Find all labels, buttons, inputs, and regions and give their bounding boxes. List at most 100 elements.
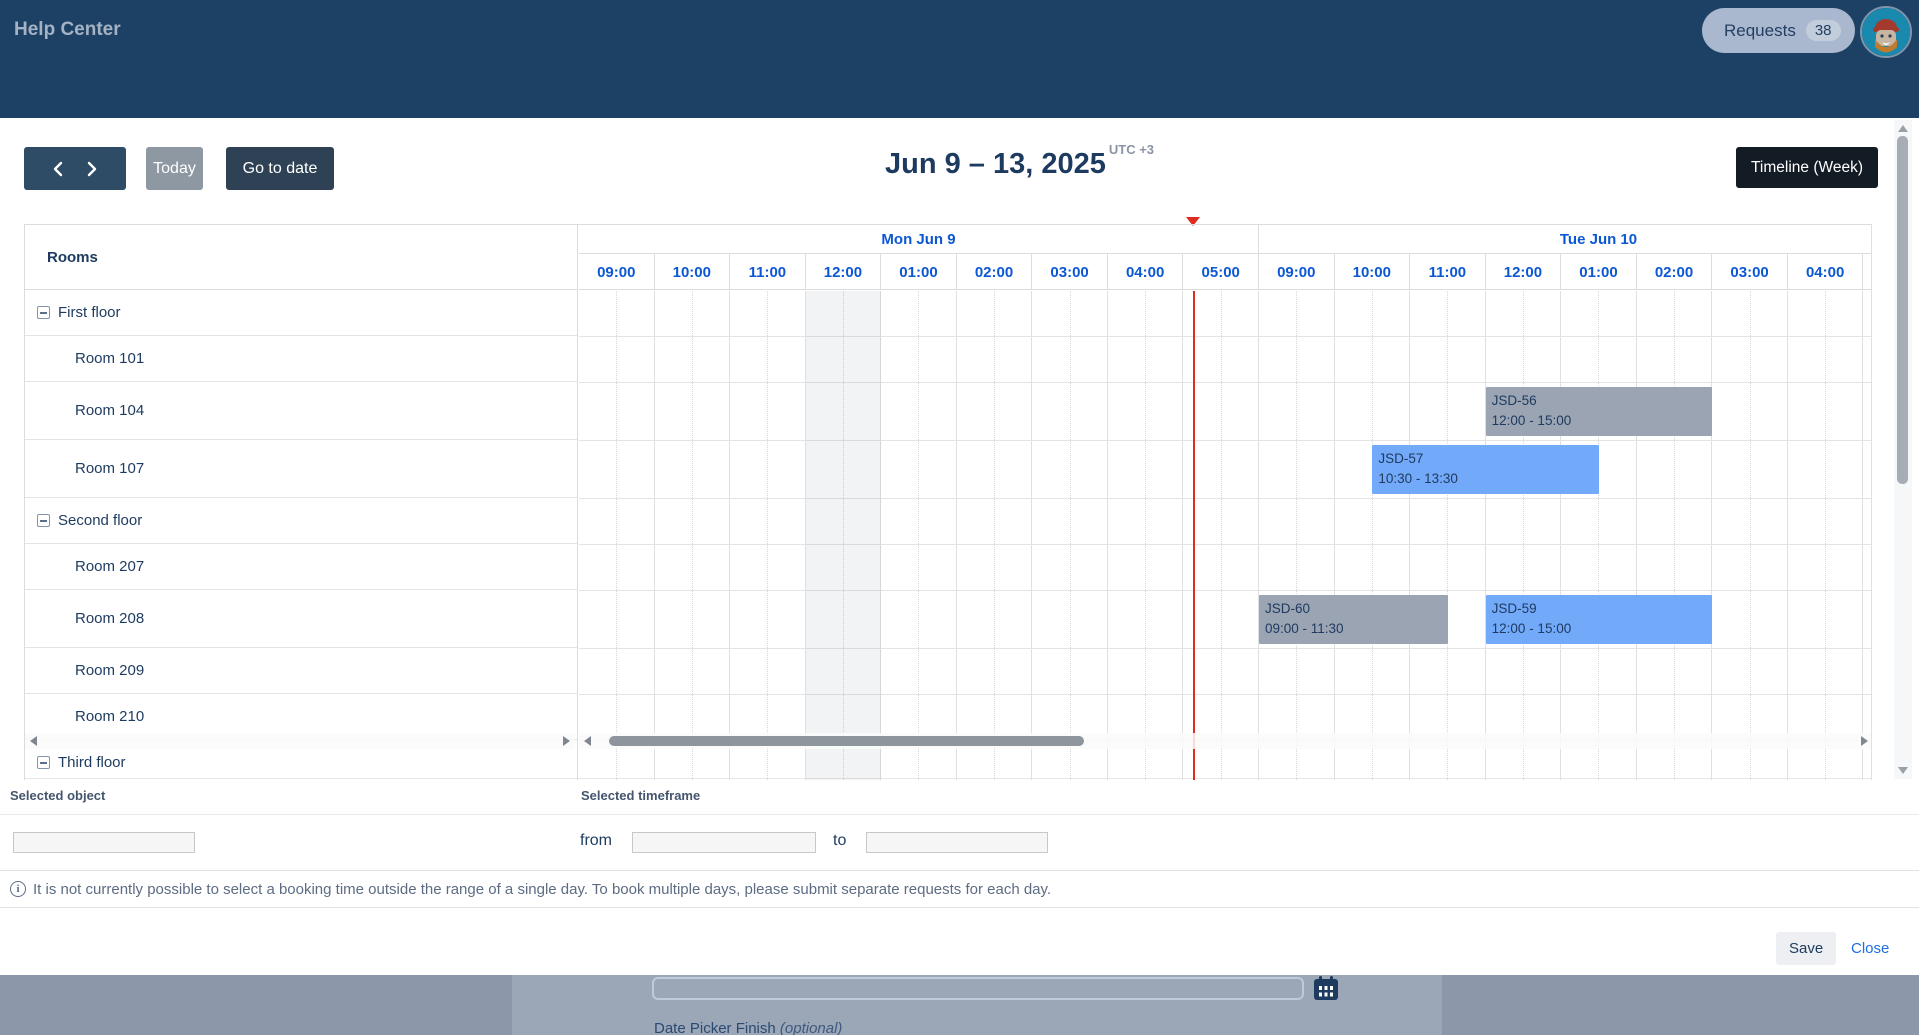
save-button[interactable]: Save [1776,932,1836,965]
room-row[interactable]: Room 207 [25,544,577,590]
vertical-scroll-thumb[interactable] [1897,136,1908,484]
requests-button[interactable]: Requests 38 [1702,8,1855,53]
time-header-cell: 11:00 [1410,254,1486,290]
time-header-cell: 02:00 [1637,254,1713,290]
time-header-cell: 09:00 [579,254,655,290]
booking-time: 12:00 - 15:00 [1492,411,1707,431]
booking-id: JSD-57 [1378,449,1593,469]
background-form-panel: Date Picker Finish (optional) [512,975,1442,1035]
today-button[interactable]: Today [146,147,203,190]
row-label: Third floor [58,754,126,771]
row-label: Room 210 [75,708,144,725]
collapse-icon[interactable] [37,514,50,527]
timeframe-from-input[interactable] [632,832,816,853]
row-label: Room 107 [75,460,144,477]
booking-time: 10:30 - 13:30 [1378,469,1593,489]
row-label: Room 207 [75,558,144,575]
scroll-right-arrow[interactable] [563,736,570,746]
rooms-column-header: Rooms [25,225,577,290]
timeframe-to-input[interactable] [866,832,1048,853]
time-header-row: 09:0010:0011:0012:0001:0002:0003:0004:00… [579,253,1872,290]
grid-horizontal-scrollbar[interactable] [579,733,1872,749]
time-header-cell: 03:00 [1712,254,1788,290]
date-picker-finish-label: Date Picker Finish (optional) [654,1020,842,1035]
room-row[interactable]: Room 209 [25,648,577,694]
prev-arrow-button[interactable] [52,161,64,177]
selected-object-label: Selected object [10,788,105,803]
calendar-icon[interactable] [1312,975,1340,1002]
timezone-label: UTC +3 [1109,142,1154,157]
booking-id: JSD-56 [1492,391,1707,411]
info-banner: i It is not currently possible to select… [0,870,1919,908]
time-header-cell: 10:00 [1335,254,1411,290]
time-header-cell: 01:00 [1561,254,1637,290]
timeline-grid-body[interactable]: JSD-5612:00 - 15:00JSD-5710:30 - 13:30JS… [579,291,1872,780]
floor-row[interactable]: Second floor [25,498,577,544]
time-header-cell: 01:00 [881,254,957,290]
booking-block[interactable]: JSD-5912:00 - 15:00 [1486,595,1713,644]
room-row[interactable]: Room 104 [25,382,577,440]
grid-row [579,649,1872,695]
info-text: It is not currently possible to select a… [33,881,1051,898]
timeline-grid-panel: Mon Jun 9Tue Jun 10 09:0010:0011:0012:00… [579,225,1872,780]
time-header-cell: 04:00 [1108,254,1184,290]
time-header-cell: 05:00 [1183,254,1259,290]
booking-time: 09:00 - 11:30 [1265,619,1442,639]
app-header: Help Center Requests 38 [0,0,1919,118]
grid-row [579,441,1872,499]
date-nav-group [24,147,126,190]
timeline-board: Rooms First floor Room 101 Room 104 Room 10… [24,224,1872,779]
scroll-left-arrow[interactable] [584,736,591,746]
booking-block[interactable]: JSD-6009:00 - 11:30 [1259,595,1448,644]
grid-row [579,545,1872,591]
booking-block[interactable]: JSD-5710:30 - 13:30 [1372,445,1599,494]
info-icon: i [10,881,26,897]
room-row[interactable]: Room 107 [25,440,577,498]
row-label: Second floor [58,512,142,529]
rooms-panel: Rooms First floor Room 101 Room 104 Room 10… [24,225,578,780]
scroll-up-arrow[interactable] [1898,125,1908,132]
close-button[interactable]: Close [1851,940,1889,957]
selected-timeframe-label: Selected timeframe [581,788,700,803]
scroll-left-arrow[interactable] [30,736,37,746]
time-header-cell: 10:00 [655,254,731,290]
current-time-line [1193,291,1195,780]
next-arrow-button[interactable] [86,161,98,177]
time-header-cell: 12:00 [806,254,882,290]
selected-object-input[interactable] [13,832,195,853]
collapse-icon[interactable] [37,756,50,769]
horizontal-scroll-thumb[interactable] [609,736,1084,746]
room-row[interactable]: Room 101 [25,336,577,382]
divider [0,814,1919,815]
floor-row[interactable]: First floor [25,290,577,336]
row-label: Room 101 [75,350,144,367]
booking-time: 12:00 - 15:00 [1492,619,1707,639]
booking-id: JSD-59 [1492,599,1707,619]
day-header-row: Mon Jun 9Tue Jun 10 [579,225,1872,253]
collapse-icon[interactable] [37,306,50,319]
booking-dialog: Today Go to date Jun 9 – 13, 2025UTC +3 … [0,118,1919,975]
row-label: Room 209 [75,662,144,679]
user-avatar[interactable] [1860,6,1912,58]
rooms-horizontal-scrollbar[interactable] [25,733,575,749]
date-picker-field[interactable] [652,977,1304,1000]
grid-row [579,291,1872,337]
booking-id: JSD-60 [1265,599,1442,619]
time-header-cell: 09:00 [1259,254,1335,290]
scroll-right-arrow[interactable] [1861,736,1868,746]
time-header-cell: 04:00 [1788,254,1864,290]
room-row[interactable]: Room 208 [25,590,577,648]
shaded-hour-column [806,291,882,780]
day-header-cell: Tue Jun 10 [1259,225,1872,253]
time-header-cell: 03:00 [1032,254,1108,290]
requests-count-badge: 38 [1806,20,1841,41]
scroll-down-arrow[interactable] [1898,767,1908,774]
booking-block[interactable]: JSD-5612:00 - 15:00 [1486,387,1713,436]
time-header-cell: 05:00 [1863,254,1872,290]
page-background-dimmed: Date Picker Finish (optional) [0,975,1919,1035]
row-label: First floor [58,304,121,321]
requests-label: Requests [1724,21,1796,41]
vertical-scrollbar[interactable] [1894,120,1912,779]
timeline-view-button[interactable]: Timeline (Week) [1736,147,1878,188]
go-to-date-button[interactable]: Go to date [226,147,334,190]
